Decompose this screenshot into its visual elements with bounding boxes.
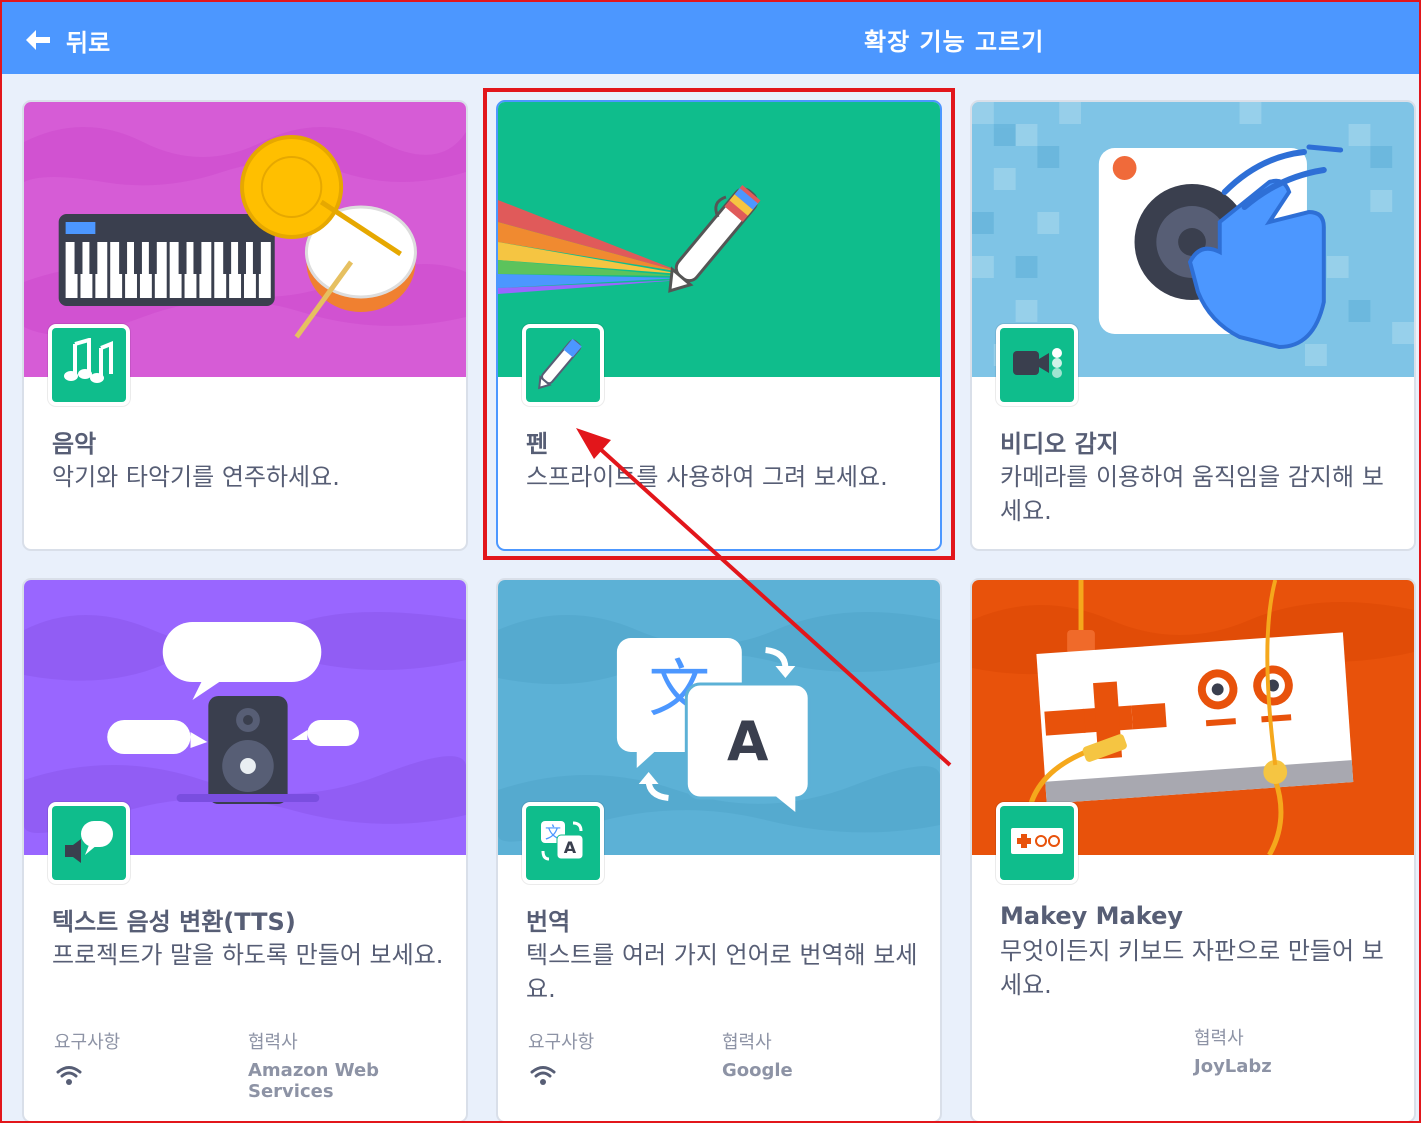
extension-card-music[interactable]: 음악 악기와 타악기를 연주하세요.: [22, 100, 468, 551]
extension-card-tts[interactable]: 텍스트 음성 변환(TTS) 프로젝트가 말을 하도록 만들어 보세요. 요구사…: [22, 578, 468, 1123]
extension-description: 프로젝트가 말을 하도록 만들어 보세요.: [52, 941, 444, 969]
pen-icon: [535, 335, 591, 395]
svg-text:A: A: [564, 838, 577, 857]
video-camera-icon: [1009, 341, 1065, 389]
extension-title: 텍스트 음성 변환(TTS): [52, 908, 296, 936]
extension-title: 음악: [52, 430, 97, 458]
extension-title: 번역: [526, 908, 571, 936]
page-title: 확장 기능 고르기: [864, 28, 1045, 56]
translate-icon-tile: 文 A: [522, 802, 604, 884]
speech-bubble-icon: [61, 815, 117, 871]
wifi-icon: [530, 1064, 556, 1090]
requirements-label: 요구사항: [528, 1032, 595, 1053]
pen-icon-tile: [522, 324, 604, 406]
music-icon-tile: [48, 324, 130, 406]
extension-card-makey-makey[interactable]: Makey Makey 무엇이든지 키보드 자판으로 만들어 보세요. 협력사 …: [970, 578, 1416, 1123]
translate-icon: 文 A: [535, 813, 591, 873]
header-bar: 뒤로 확장 기능 고르기: [2, 2, 1419, 74]
extension-title: 비디오 감지: [1000, 430, 1119, 458]
partner-label: 협력사: [1194, 1028, 1244, 1049]
makey-icon-tile: [996, 802, 1078, 884]
partner-name: Google: [722, 1060, 793, 1081]
partner-label: 협력사: [722, 1032, 772, 1053]
partner-label: 협력사: [248, 1032, 298, 1053]
extension-card-video-sensing[interactable]: 비디오 감지 카메라를 이용하여 움직임을 감지해 보세요.: [970, 100, 1416, 551]
wifi-icon: [56, 1064, 82, 1090]
extension-description: 악기와 타악기를 연주하세요.: [52, 463, 340, 491]
tts-icon-tile: [48, 802, 130, 884]
extension-card-pen[interactable]: 펜 스프라이트를 사용하여 그려 보세요.: [496, 100, 942, 551]
extension-description: 카메라를 이용하여 움직임을 감지해 보세요.: [1000, 463, 1384, 525]
back-button[interactable]: 뒤로: [24, 20, 110, 60]
video-icon-tile: [996, 324, 1078, 406]
requirements-label: 요구사항: [54, 1032, 121, 1053]
svg-text:A: A: [727, 710, 769, 773]
back-label: 뒤로: [66, 28, 111, 57]
extension-title: 펜: [526, 430, 549, 458]
back-arrow-icon: [24, 28, 52, 52]
music-notes-icon: [61, 337, 117, 392]
partner-name: JoyLabz: [1194, 1056, 1272, 1077]
extension-description: 스프라이트를 사용하여 그려 보세요.: [526, 463, 888, 491]
makey-board-icon: [1009, 826, 1065, 860]
extension-description: 무엇이든지 키보드 자판으로 만들어 보세요.: [1000, 937, 1384, 999]
partner-name: Amazon Web Services: [248, 1060, 380, 1102]
extension-description: 텍스트를 여러 가지 언어로 번역해 보세요.: [526, 941, 918, 1003]
extension-card-translate[interactable]: 文 A 文 A 번역 텍스트를 여러 가지 언어로 번역해 보세요. 요구사항 …: [496, 578, 942, 1123]
extension-title: Makey Makey: [1000, 902, 1183, 930]
